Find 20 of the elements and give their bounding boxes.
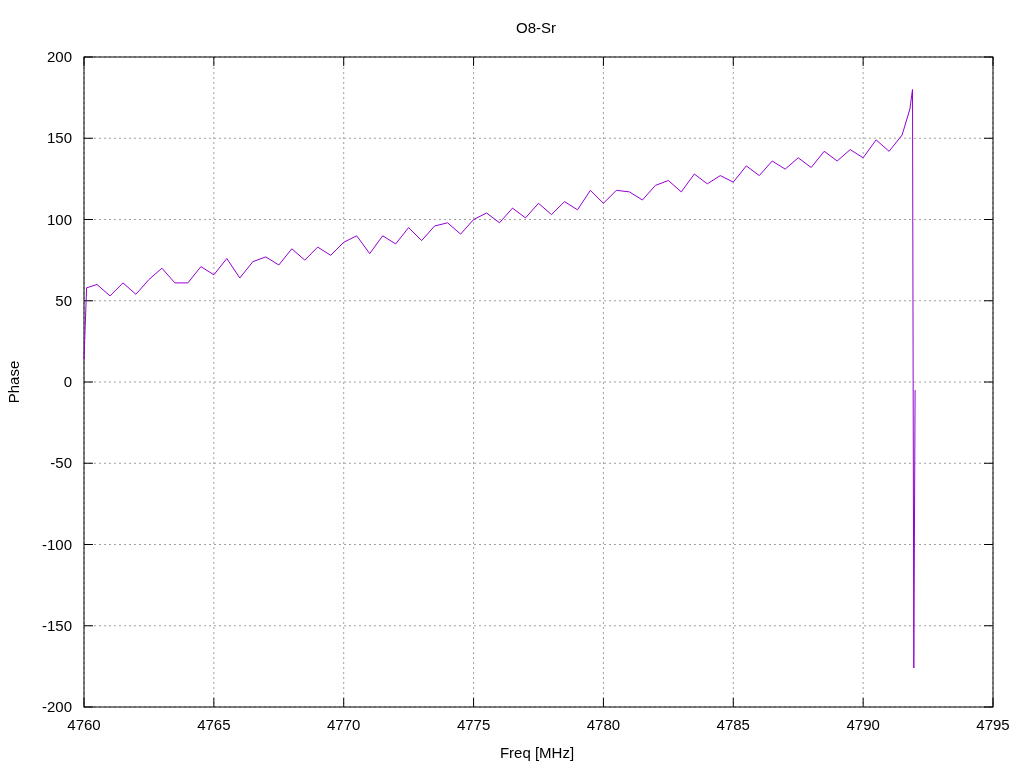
x-axis-title: Freq [MHz] (499, 744, 575, 761)
axis-tick-label: 4775 (456, 716, 491, 733)
axis-tick-label: 200 (46, 48, 72, 65)
axis-tick-label: -100 (41, 535, 72, 553)
chart-title: O8-Sr (516, 19, 556, 36)
axis-tick-label: 4790 (846, 716, 880, 733)
axis-tick-label: 100 (46, 210, 72, 228)
y-axis-title: Phase (5, 360, 22, 404)
axis-tick-label: 4765 (197, 716, 231, 733)
axis-tick-label: -200 (41, 698, 72, 715)
axis-tick-label: -50 (50, 454, 72, 472)
axis-tick-label: 4760 (67, 716, 101, 733)
axis-tick-label: 4795 (976, 716, 1010, 733)
axis-tick-label: 0 (63, 373, 72, 390)
axis-tick-label: 4770 (327, 716, 361, 733)
axis-tick-label: -150 (41, 616, 72, 634)
axis-tick-label: 150 (46, 129, 72, 147)
axis-tick-label: 4780 (586, 716, 621, 733)
axis-tick-label: 50 (55, 291, 72, 309)
axis-tick-label: 4785 (716, 716, 750, 733)
